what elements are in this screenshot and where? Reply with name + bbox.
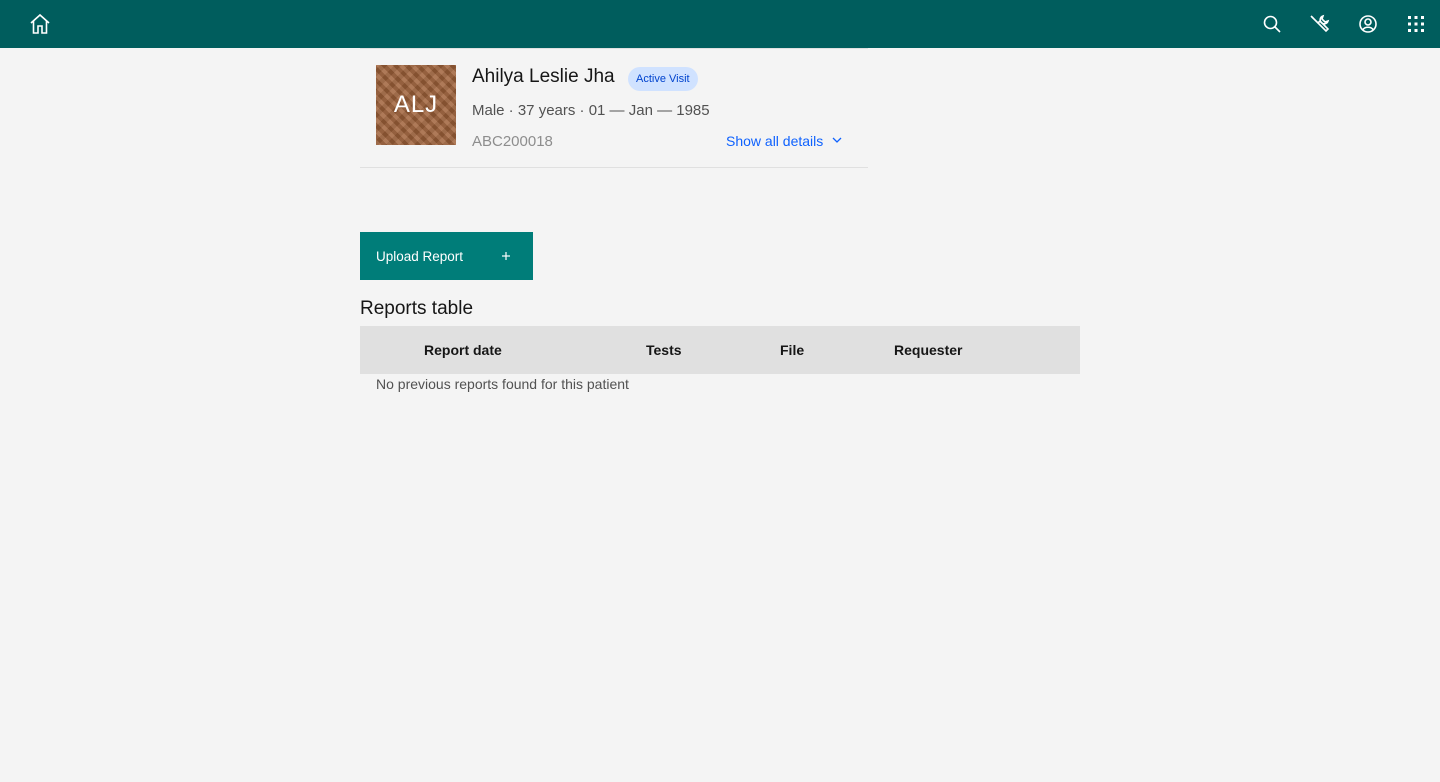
column-header-requester[interactable]: Requester — [894, 326, 962, 374]
active-visit-tag: Active Visit — [628, 67, 698, 91]
empty-table-message: No previous reports found for this patie… — [376, 376, 629, 392]
search-button[interactable] — [1248, 0, 1296, 48]
tools-button[interactable] — [1296, 0, 1344, 48]
user-menu-button[interactable] — [1344, 0, 1392, 48]
patient-avatar: ALJ — [376, 65, 456, 145]
patient-name: Ahilya Leslie Jha — [472, 66, 615, 87]
patient-identifier: ABC200018 — [472, 133, 553, 150]
tools-icon — [1308, 12, 1332, 36]
upload-report-button[interactable]: Upload Report — [360, 232, 533, 280]
show-details-label: Show all details — [726, 133, 824, 149]
upload-report-label: Upload Report — [376, 248, 464, 264]
column-header-file[interactable]: File — [780, 326, 804, 374]
app-switcher-button[interactable] — [1392, 0, 1440, 48]
patient-initials: ALJ — [393, 91, 439, 118]
column-header-tests[interactable]: Tests — [646, 326, 682, 374]
column-header-report-date[interactable]: Report date — [424, 326, 502, 374]
patient-demographics: Male · 37 years · 01 — Jan — 1985 — [472, 102, 710, 119]
app-switcher-icon — [1407, 15, 1425, 33]
show-all-details-link[interactable]: Show all details — [726, 133, 843, 149]
home-icon — [28, 12, 52, 36]
user-avatar-icon — [1358, 14, 1378, 34]
patient-banner: ALJ Ahilya Leslie Jha Active Visit Male … — [360, 49, 868, 168]
home-button[interactable] — [16, 0, 64, 48]
reports-table-title: Reports table — [360, 298, 474, 319]
top-nav-bar — [0, 0, 1440, 48]
chevron-down-icon — [831, 133, 843, 149]
search-icon — [1262, 14, 1282, 34]
reports-table-header: Report date Tests File Requester — [360, 326, 1080, 374]
add-icon — [500, 232, 512, 280]
